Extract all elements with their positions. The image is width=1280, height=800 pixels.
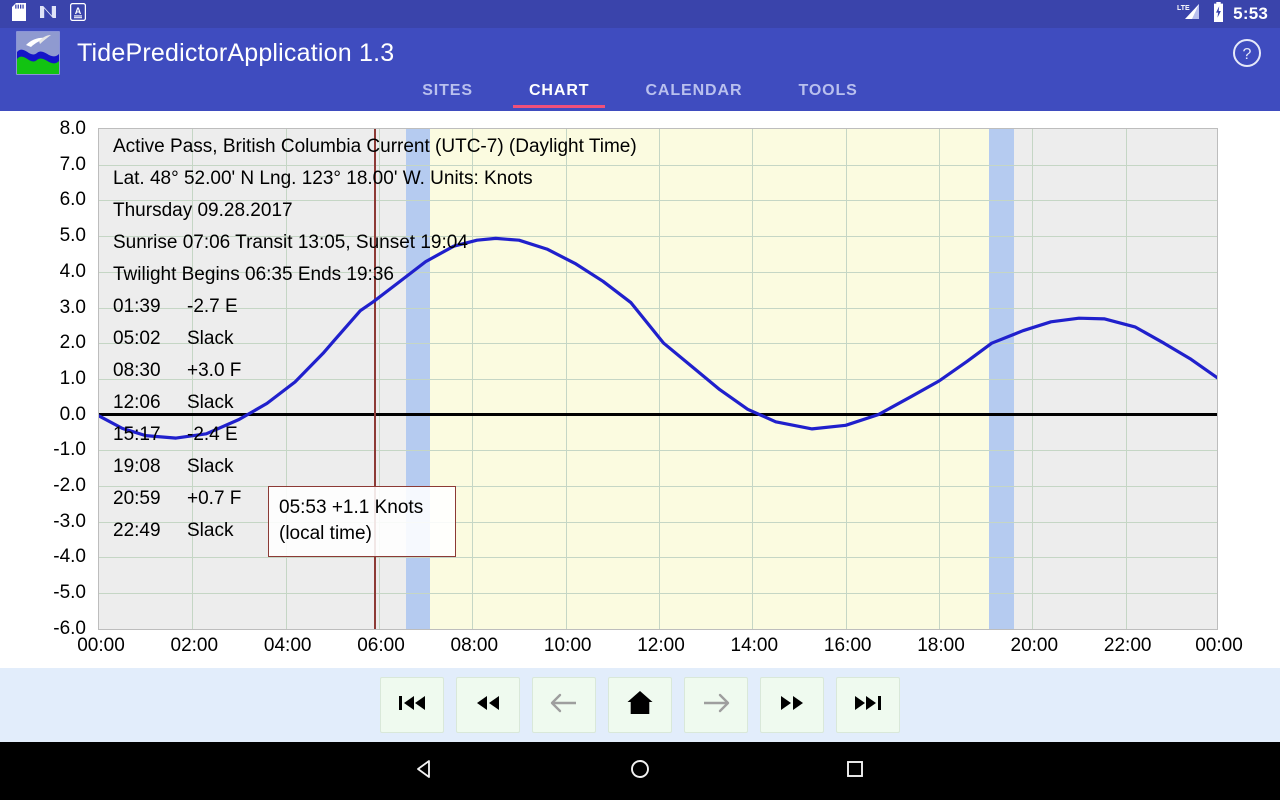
x-tick-label: 10:00 [543,635,592,656]
x-tick-label: 22:00 [1103,635,1152,656]
forward-button[interactable] [760,677,824,733]
x-tick-label: 20:00 [1010,635,1059,656]
tab-sites[interactable]: SITES [394,78,501,111]
y-tick-label: 4.0 [59,260,86,282]
x-tick-label: 12:00 [637,635,685,656]
arrow-left-icon [548,691,580,720]
x-tick-label: 00:00 [1195,635,1243,656]
next-button[interactable] [684,677,748,733]
x-tick-label: 18:00 [917,635,965,656]
y-tick-label: 7.0 [59,153,86,175]
chart-container: 8.0 7.0 6.0 5.0 4.0 3.0 2.0 1.0 0.0 -1.0… [0,111,1280,668]
android-back-button[interactable] [318,757,533,786]
previous-button[interactable] [532,677,596,733]
tab-calendar[interactable]: CALENDAR [617,78,770,111]
x-tick-label: 14:00 [730,635,779,656]
fast-backward-icon [473,692,503,719]
arrow-right-icon [700,691,732,720]
y-tick-label: -2.0 [53,475,86,496]
tab-chart[interactable]: CHART [501,78,618,111]
lte-signal-icon: LTE [1174,2,1204,27]
status-bar-clock: 5:53 [1233,4,1268,23]
skip-to-end-button[interactable] [836,677,900,733]
x-tick-label: 16:00 [823,635,872,656]
status-bar-right-icons: LTE 5:53 [1174,1,1268,27]
sd-card-icon [12,2,26,26]
page-title: TidePredictorApplication 1.3 [77,38,395,67]
cursor-readout-tooltip: 05:53 +1.1 Knots (local time) [268,486,456,557]
y-axis-labels: 8.0 7.0 6.0 5.0 4.0 3.0 2.0 1.0 0.0 -1.0… [0,111,94,668]
y-tick-label: 6.0 [59,189,86,211]
android-status-bar: A LTE 5:53 [0,0,1280,28]
y-tick-label: -4.0 [53,546,86,568]
x-tick-label: 06:00 [357,635,405,656]
x-tick-label: 02:00 [170,635,219,656]
y-tick-label: -3.0 [53,510,86,532]
x-tick-label: 00:00 [77,635,125,656]
home-circle-icon [628,757,652,786]
current-curve [99,236,1217,440]
chart-navigation-toolbar [0,668,1280,742]
android-recents-button[interactable] [748,757,963,786]
android-home-button[interactable] [533,757,748,786]
skip-backward-icon [397,692,427,719]
y-tick-label: 8.0 [59,118,86,139]
x-tick-label: 08:00 [450,635,499,656]
back-triangle-icon [413,757,437,786]
nfc-icon [39,3,57,26]
svg-text:LTE: LTE [1177,5,1190,12]
home-icon [626,690,654,721]
home-button[interactable] [608,677,672,733]
tide-app-logo [16,31,60,75]
app-screen: A LTE 5:53 TidePredictorApplication 1.3 … [0,0,1280,800]
skip-forward-icon [853,692,883,719]
tab-bar: SITES CHART CALENDAR TOOLS [0,78,1280,111]
help-icon[interactable]: ? [1230,36,1264,70]
recents-square-icon [843,757,867,786]
svg-text:?: ? [1243,46,1252,63]
plot-area[interactable]: Active Pass, British Columbia Current (U… [98,128,1218,630]
y-tick-label: 1.0 [59,367,86,389]
y-tick-label: 0.0 [59,403,86,425]
tooltip-line-1: 05:53 +1.1 Knots [279,497,424,518]
status-bar-left-icons: A [12,2,87,26]
fast-forward-icon [777,692,807,719]
y-tick-label: 2.0 [59,332,86,354]
y-tick-label: 5.0 [59,225,86,247]
battery-charging-icon [1212,1,1225,27]
y-tick-label: 3.0 [59,296,86,318]
y-tick-label: -5.0 [53,582,86,604]
android-navigation-bar [0,742,1280,800]
current-series-line [99,236,1217,440]
tooltip-line-2: (local time) [279,523,372,544]
x-tick-label: 04:00 [263,635,312,656]
text-input-icon: A [69,2,87,26]
skip-to-start-button[interactable] [380,677,444,733]
y-tick-label: -1.0 [53,439,86,461]
svg-text:A: A [75,6,82,16]
rewind-button[interactable] [456,677,520,733]
app-bar: TidePredictorApplication 1.3 ? [0,28,1280,78]
tab-tools[interactable]: TOOLS [770,78,885,111]
